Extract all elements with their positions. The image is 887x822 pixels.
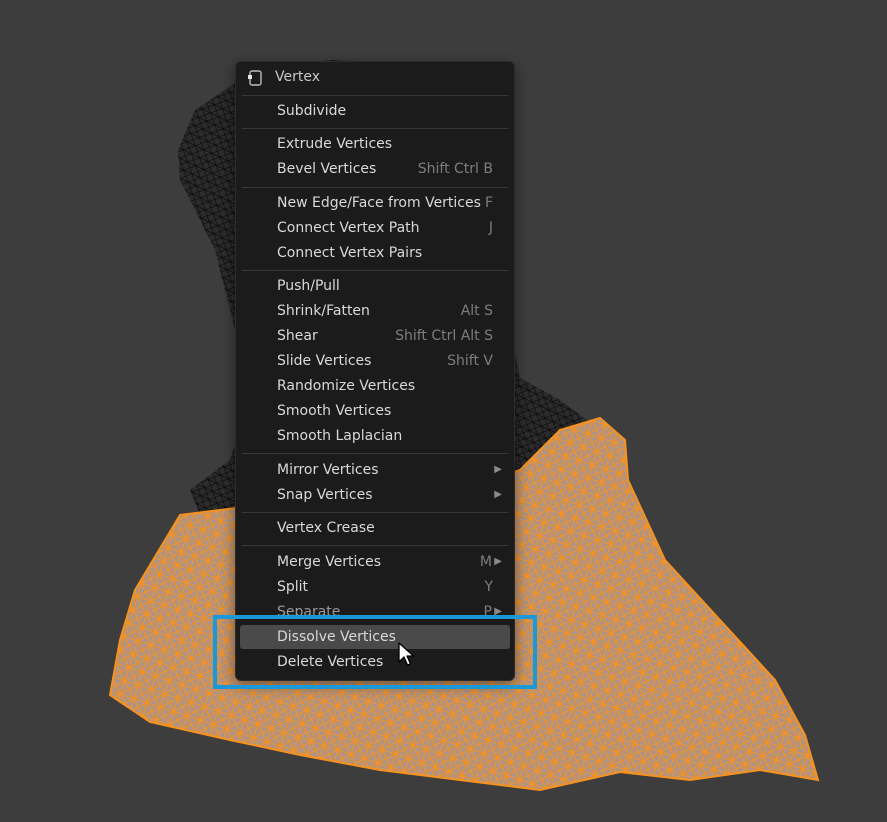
menu-separator <box>242 453 508 454</box>
menu-item-vertex-crease[interactable]: Vertex Crease <box>240 516 510 540</box>
menu-item-subdivide[interactable]: Subdivide <box>240 99 510 123</box>
menu-item-push-pull[interactable]: Push/Pull <box>240 274 510 298</box>
menu-item-extrude-vertices[interactable]: Extrude Vertices <box>240 132 510 156</box>
shortcut-label: Y <box>484 579 493 595</box>
submenu-arrow-icon: ▶ <box>494 464 502 475</box>
shortcut-label: M <box>479 554 492 570</box>
shortcut-label: Shift Ctrl B <box>417 161 493 177</box>
menu-item-connect-vertex-pairs[interactable]: Connect Vertex Pairs <box>240 241 510 265</box>
mouse-pointer-icon <box>398 642 416 672</box>
menu-item-randomize-vertices[interactable]: Randomize Vertices <box>240 374 510 398</box>
menu-item-snap-vertices[interactable]: Snap Vertices ▶ <box>240 483 510 507</box>
submenu-arrow-icon: ▶ <box>494 489 502 500</box>
menu-item-shear[interactable]: Shear Shift Ctrl Alt S <box>240 324 510 348</box>
shortcut-label: F <box>484 195 493 211</box>
submenu-arrow-icon: ▶ <box>494 556 502 567</box>
menu-separator <box>242 512 508 513</box>
menu-item-smooth-laplacian[interactable]: Smooth Laplacian <box>240 424 510 448</box>
annotation-highlight-box <box>213 615 537 689</box>
menu-item-slide-vertices[interactable]: Slide Vertices Shift V <box>240 349 510 373</box>
vertex-mode-icon <box>245 68 265 92</box>
shortcut-label: Alt S <box>460 303 493 319</box>
menu-item-new-edge-face[interactable]: New Edge/Face from Vertices F <box>240 191 510 215</box>
menu-header: Vertex <box>236 62 514 94</box>
shortcut-label: J <box>488 220 493 236</box>
menu-separator <box>242 128 508 129</box>
menu-item-merge-vertices[interactable]: Merge Vertices M ▶ <box>240 550 510 574</box>
menu-item-smooth-vertices[interactable]: Smooth Vertices <box>240 399 510 423</box>
shortcut-label: Shift Ctrl Alt S <box>395 328 493 344</box>
menu-item-separate[interactable]: Separate P ▶ <box>240 600 510 616</box>
menu-item-shrink-fatten[interactable]: Shrink/Fatten Alt S <box>240 299 510 323</box>
menu-item-split[interactable]: Split Y <box>240 575 510 599</box>
menu-separator <box>242 270 508 271</box>
menu-separator <box>242 545 508 546</box>
shortcut-label: Shift V <box>447 353 493 369</box>
menu-separator <box>242 95 508 96</box>
menu-item-mirror-vertices[interactable]: Mirror Vertices ▶ <box>240 458 510 482</box>
menu-item-connect-vertex-path[interactable]: Connect Vertex Path J <box>240 216 510 240</box>
menu-item-bevel-vertices[interactable]: Bevel Vertices Shift Ctrl B <box>240 157 510 181</box>
menu-separator <box>242 187 508 188</box>
vertex-context-menu: Vertex Subdivide Extrude Vertices Bevel … <box>235 61 515 681</box>
menu-title: Vertex <box>275 69 321 85</box>
